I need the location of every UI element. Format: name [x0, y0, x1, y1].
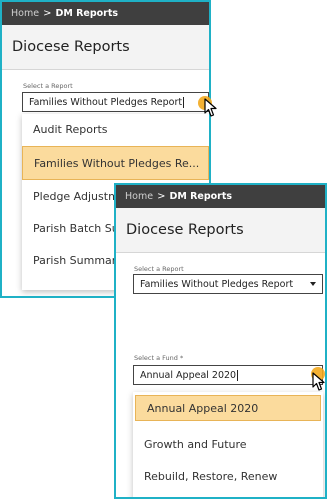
- fund-select-label: Select a Fund *: [134, 354, 184, 362]
- page-title-text: Diocese Reports: [126, 222, 244, 238]
- breadcrumb: Home > DM Reports: [2, 2, 209, 25]
- chevron-down-icon: [310, 282, 316, 286]
- report-select[interactable]: Families Without Pledges Report: [133, 274, 323, 294]
- report-option-label: Families Without Pledges Re...: [34, 156, 200, 170]
- report-select-value: Families Without Pledges Report: [140, 278, 294, 290]
- fund-option-annual-appeal-2020[interactable]: Annual Appeal 2020: [135, 395, 321, 421]
- fund-select-value: Annual Appeal 2020: [140, 369, 237, 381]
- fund-dropdown-list: Annual Appeal 2020 Growth and Future Reb…: [133, 392, 323, 497]
- mouse-pointer-icon: [204, 98, 217, 117]
- report-option-label: Pledge Adjustm: [33, 189, 119, 203]
- page-title-text: Diocese Reports: [12, 39, 130, 55]
- fund-option-rebuild-restore-renew[interactable]: Rebuild, Restore, Renew: [133, 461, 323, 491]
- report-option-label: Audit Reports: [33, 122, 108, 136]
- mouse-pointer-icon: [312, 372, 325, 391]
- fund-option-label: Growth and Future: [144, 437, 247, 451]
- page-title: Diocese Reports: [2, 25, 209, 70]
- text-cursor: [183, 96, 185, 108]
- report-option-families-without-pledges[interactable]: Families Without Pledges Re...: [22, 146, 209, 180]
- report-select-label: Select a Report: [134, 265, 184, 273]
- fund-option-growth-and-future[interactable]: Growth and Future: [133, 429, 323, 459]
- breadcrumb-home-link[interactable]: Home: [125, 191, 153, 202]
- report-select-value: Families Without Pledges Report: [29, 96, 183, 108]
- breadcrumb-current: DM Reports: [169, 191, 233, 202]
- breadcrumb-separator: >: [157, 191, 166, 202]
- report-select[interactable]: Families Without Pledges Report: [22, 92, 209, 112]
- fund-option-label: Annual Appeal 2020: [147, 401, 259, 415]
- breadcrumb-separator: >: [43, 8, 52, 19]
- report-option-label: Parish Batch Su: [33, 221, 119, 235]
- text-cursor: [237, 369, 239, 381]
- report-select-label: Select a Report: [23, 82, 73, 90]
- breadcrumb-current: DM Reports: [55, 8, 119, 19]
- fund-option-label: Rebuild, Restore, Renew: [144, 469, 278, 483]
- report-option-label: Parish Summar: [33, 253, 117, 267]
- breadcrumb: Home > DM Reports: [116, 185, 325, 208]
- fund-select[interactable]: Annual Appeal 2020: [133, 365, 323, 385]
- page-title: Diocese Reports: [116, 208, 325, 253]
- breadcrumb-home-link[interactable]: Home: [11, 8, 39, 19]
- front-report-panel: Home > DM Reports Diocese Reports Select…: [114, 183, 327, 499]
- report-option-audit[interactable]: Audit Reports: [22, 114, 209, 144]
